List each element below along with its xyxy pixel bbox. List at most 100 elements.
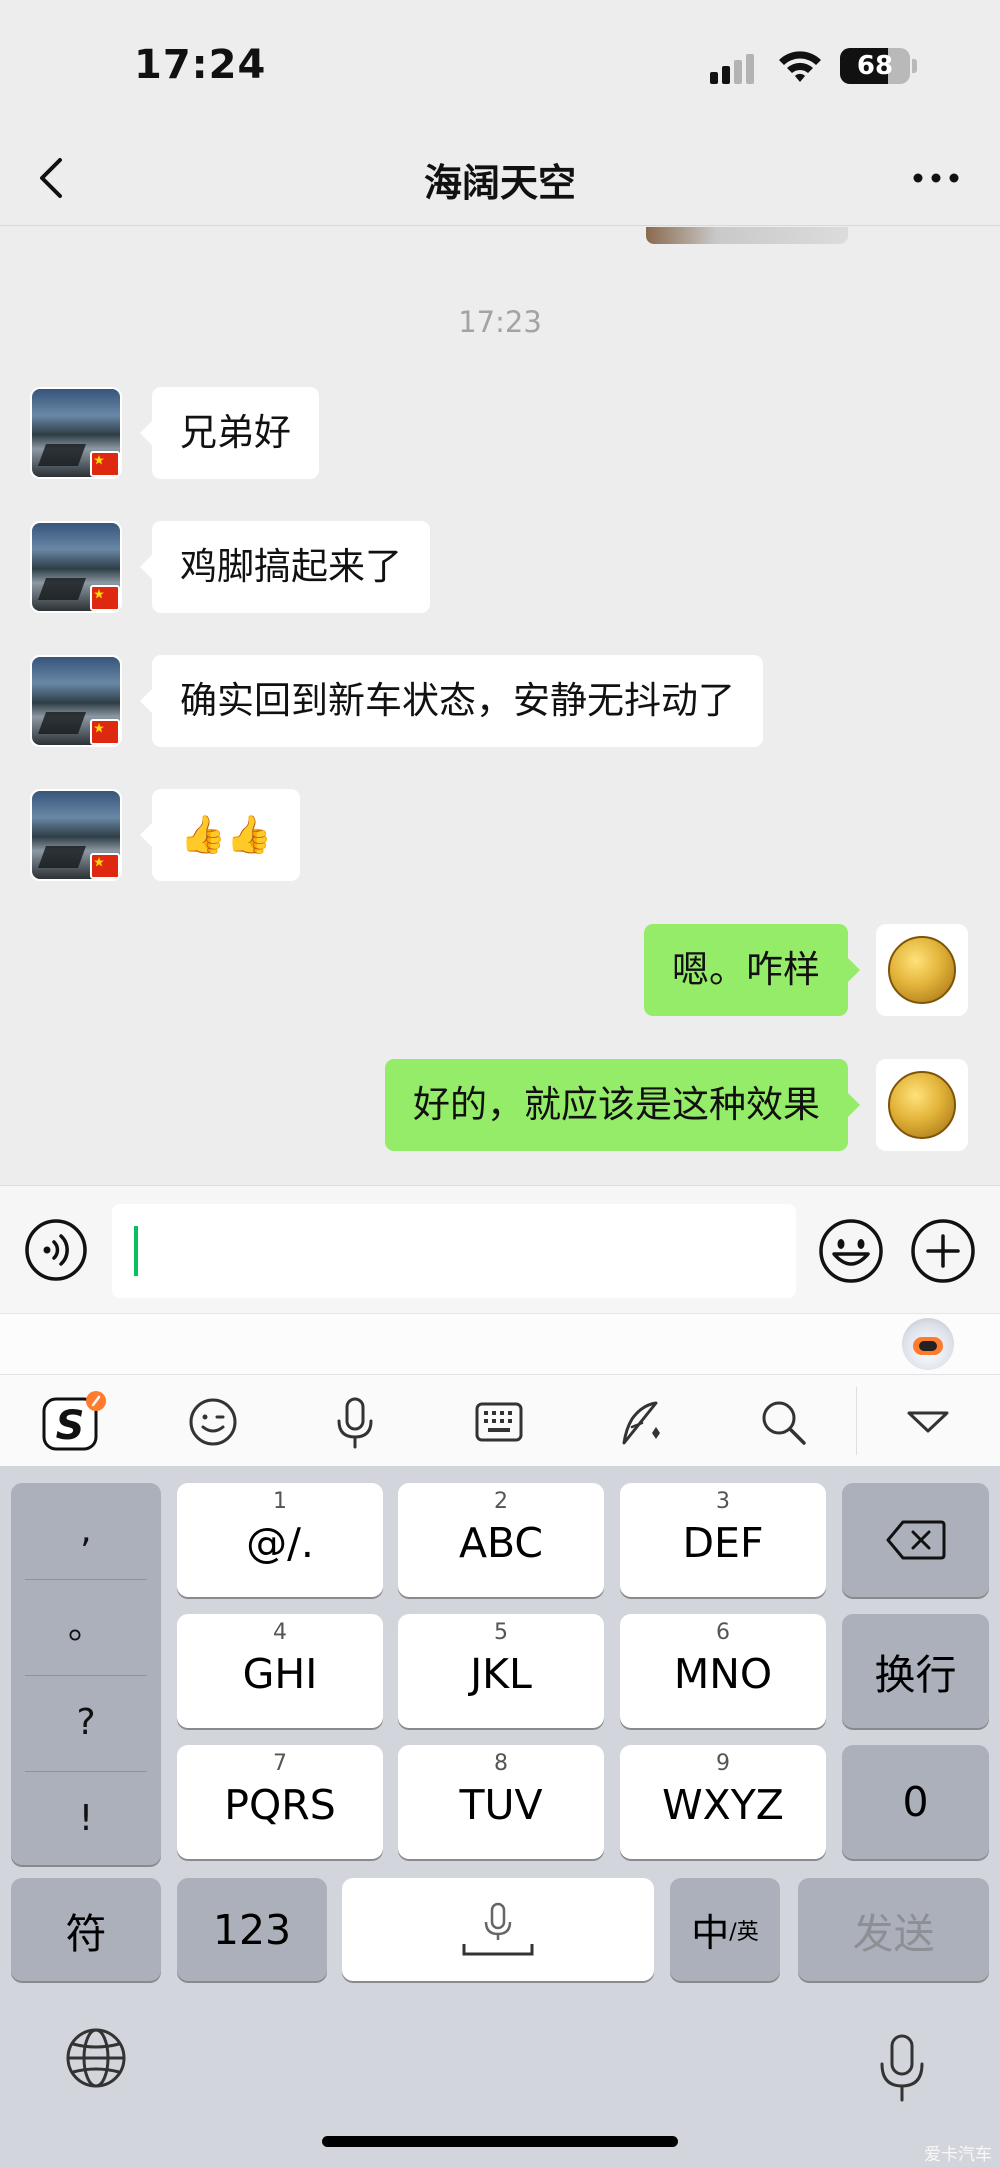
battery-cap bbox=[912, 59, 917, 73]
key-number: 9 bbox=[716, 1751, 730, 1776]
globe-icon[interactable] bbox=[64, 2026, 128, 2090]
key-1[interactable]: 1 @/. bbox=[177, 1483, 383, 1597]
sent-message[interactable]: 好的，就应该是这种效果 bbox=[385, 1059, 860, 1151]
key-3[interactable]: 3 DEF bbox=[620, 1483, 826, 1597]
sent-message[interactable]: 嗯。咋样 bbox=[644, 924, 860, 1016]
emoji-panel-icon[interactable] bbox=[184, 1393, 242, 1451]
received-message[interactable]: 兄弟好 bbox=[140, 387, 319, 479]
symbols-button[interactable]: 符 bbox=[11, 1878, 161, 1981]
punctuation-column[interactable]: , 。 ? ! bbox=[11, 1483, 161, 1865]
china-flag-icon bbox=[90, 853, 120, 879]
contact-avatar[interactable] bbox=[30, 521, 122, 613]
ime-suggestion-strip bbox=[0, 1313, 1000, 1374]
contact-avatar[interactable] bbox=[30, 789, 122, 881]
wifi-icon bbox=[779, 51, 821, 82]
key-2[interactable]: 2 ABC bbox=[398, 1483, 604, 1597]
newline-label: 换行 bbox=[874, 1651, 957, 1699]
symbols-label: 符 bbox=[65, 1909, 107, 1958]
china-flag-icon bbox=[90, 585, 120, 611]
key-7[interactable]: 7 PQRS bbox=[177, 1745, 383, 1859]
microphone-icon[interactable] bbox=[326, 1393, 384, 1451]
send-button[interactable]: 发送 bbox=[798, 1878, 989, 1981]
lang-sub-label: /英 bbox=[729, 1919, 759, 1945]
plus-icon[interactable] bbox=[910, 1218, 976, 1284]
handwriting-quill-icon[interactable] bbox=[612, 1393, 670, 1451]
key-number: 8 bbox=[494, 1751, 508, 1776]
chat-title: 海阔天空 bbox=[423, 161, 576, 205]
chat-header: 海阔天空 bbox=[0, 130, 1000, 226]
my-avatar[interactable] bbox=[876, 1059, 968, 1151]
key-label: 0 bbox=[902, 1778, 929, 1826]
contact-avatar[interactable] bbox=[30, 655, 122, 747]
battery-level: 68 bbox=[856, 51, 894, 81]
key-label: TUV bbox=[459, 1781, 543, 1829]
key-label: PQRS bbox=[224, 1781, 336, 1829]
key-number: 2 bbox=[494, 1489, 508, 1514]
key-9[interactable]: 9 WXYZ bbox=[620, 1745, 826, 1859]
contact-avatar[interactable] bbox=[30, 387, 122, 479]
image-message-partial[interactable] bbox=[646, 227, 848, 244]
punct-key[interactable]: , bbox=[11, 1483, 161, 1578]
home-indicator[interactable] bbox=[322, 2136, 678, 2147]
key-0[interactable]: 0 bbox=[842, 1745, 989, 1859]
key-label: WXYZ bbox=[662, 1781, 784, 1829]
key-number: 7 bbox=[273, 1751, 287, 1776]
received-message[interactable]: 确实回到新车状态，安静无抖动了 bbox=[140, 655, 763, 747]
china-flag-icon bbox=[90, 451, 120, 477]
key-number: 5 bbox=[494, 1620, 508, 1645]
key-label: MNO bbox=[673, 1650, 773, 1698]
key-label: DEF bbox=[682, 1519, 764, 1567]
cellular-signal-icon bbox=[710, 54, 754, 84]
status-time: 17:24 bbox=[134, 42, 267, 88]
space-microphone-icon bbox=[462, 1902, 534, 1956]
message-input[interactable] bbox=[112, 1204, 796, 1298]
received-message[interactable]: 鸡脚搞起来了 bbox=[140, 521, 430, 613]
key-number: 6 bbox=[716, 1620, 730, 1645]
sogou-logo-icon[interactable]: S bbox=[40, 1389, 106, 1455]
emoji-icon[interactable] bbox=[818, 1218, 884, 1284]
status-bar: 17:24 68 bbox=[0, 0, 1000, 130]
key-label: @/. bbox=[246, 1519, 314, 1567]
key-number: 1 bbox=[273, 1489, 287, 1514]
battery-icon: 68 bbox=[840, 48, 910, 84]
key-label: GHI bbox=[242, 1650, 318, 1698]
backspace-icon bbox=[886, 1520, 946, 1560]
space-button[interactable] bbox=[342, 1878, 654, 1981]
more-options-icon[interactable] bbox=[906, 156, 966, 200]
voice-input-icon[interactable] bbox=[24, 1218, 88, 1282]
svg-text:S: S bbox=[56, 1403, 85, 1449]
key-6[interactable]: 6 MNO bbox=[620, 1614, 826, 1728]
key-label: JKL bbox=[470, 1650, 532, 1698]
send-label: 发送 bbox=[852, 1909, 935, 1958]
numbers-label: 123 bbox=[212, 1905, 292, 1954]
key-4[interactable]: 4 GHI bbox=[177, 1614, 383, 1728]
ime-mascot-icon[interactable] bbox=[902, 1318, 954, 1370]
language-toggle-button[interactable]: 中/英 bbox=[670, 1878, 780, 1981]
received-message[interactable]: 👍👍 bbox=[139, 789, 301, 881]
lang-main-label: 中 bbox=[691, 1911, 730, 1955]
numbers-button[interactable]: 123 bbox=[177, 1878, 327, 1981]
key-8[interactable]: 8 TUV bbox=[398, 1745, 604, 1859]
language-toggle-label: 中/英 bbox=[670, 1878, 780, 1981]
punct-key[interactable]: ? bbox=[11, 1675, 161, 1770]
message-timestamp: 17:23 bbox=[458, 305, 542, 339]
text-cursor bbox=[134, 1226, 138, 1276]
punct-key[interactable]: 。 bbox=[11, 1579, 161, 1674]
punct-key[interactable]: ! bbox=[11, 1771, 161, 1865]
key-number: 3 bbox=[716, 1489, 730, 1514]
newline-button[interactable]: 换行 bbox=[842, 1614, 989, 1728]
backspace-button[interactable] bbox=[842, 1483, 989, 1597]
search-icon[interactable] bbox=[754, 1393, 812, 1451]
ime-toolbar: S bbox=[0, 1374, 1000, 1466]
key-number: 4 bbox=[273, 1620, 287, 1645]
china-flag-icon bbox=[90, 719, 120, 745]
key-label: ABC bbox=[458, 1519, 544, 1567]
keyboard-icon[interactable] bbox=[470, 1393, 528, 1451]
collapse-keyboard-icon[interactable] bbox=[899, 1393, 957, 1451]
toolbar-divider bbox=[856, 1387, 857, 1455]
key-5[interactable]: 5 JKL bbox=[398, 1614, 604, 1728]
chat-messages[interactable]: 17:23 兄弟好 鸡脚搞起来了 确实回到新车状态，安静无抖动了 👍👍 嗯。咋样… bbox=[0, 227, 1000, 1185]
my-avatar[interactable] bbox=[876, 924, 968, 1016]
message-input-bar bbox=[0, 1185, 1000, 1313]
dictation-microphone-icon[interactable] bbox=[874, 2032, 930, 2104]
